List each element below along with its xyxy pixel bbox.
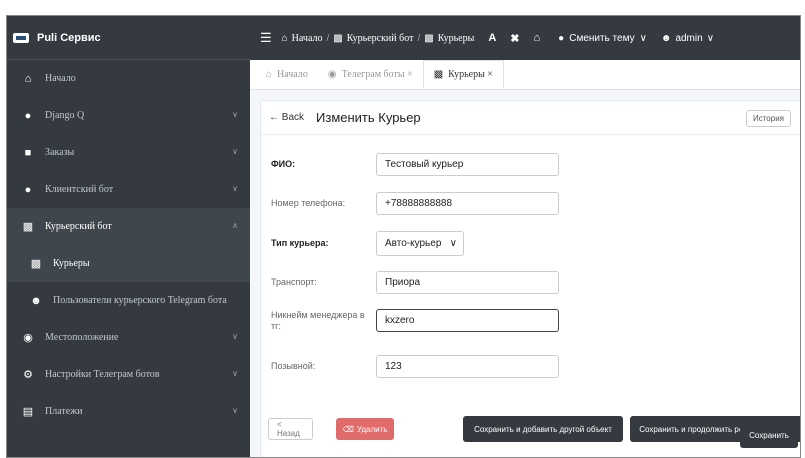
sidebar-item-label: Местоположение: [45, 332, 119, 343]
users-icon: ●: [24, 109, 32, 122]
fullscreen-icon[interactable]: ✖: [510, 32, 519, 45]
home-icon[interactable]: ⌂: [534, 32, 541, 44]
sidebar-item-label: Django Q: [45, 110, 85, 121]
delete-label: Удалить: [356, 424, 388, 434]
sidebar: Puli Сервис ⌂ Начало ● Django Q ∨ ■ Зака…: [7, 16, 250, 457]
theme-label: Сменить тему: [569, 32, 635, 44]
chevron-down-icon: ∨: [232, 406, 238, 415]
people-icon: ☻: [30, 294, 42, 307]
tab-telegram-bots[interactable]: ◉ Телеграм боты ×: [318, 60, 423, 89]
sidebar-item-orders[interactable]: ■ Заказы ∨: [7, 134, 250, 171]
sidebar-item-client-bot[interactable]: ● Клиентский бот ∨: [7, 171, 250, 208]
truck-icon: ▩: [22, 221, 34, 233]
palette-icon: ●: [558, 32, 565, 44]
truck-icon: ▩: [333, 32, 343, 44]
sidebar-item-label: Начало: [45, 73, 76, 84]
home-icon: ⌂: [24, 72, 32, 85]
truck-icon: ▩: [424, 32, 434, 44]
font-size-button[interactable]: A: [488, 32, 496, 44]
chevron-down-icon: ∨: [232, 332, 238, 341]
sidebar-item-django-q[interactable]: ● Django Q ∨: [7, 97, 250, 134]
chevron-down-icon: ∨: [232, 147, 238, 156]
breadcrumb-item[interactable]: Начало: [292, 33, 323, 44]
chevron-down-icon: ∨: [639, 32, 647, 44]
sidebar-item-label: Курьерский бот: [45, 221, 112, 232]
home-icon: ⌂: [266, 69, 273, 80]
sidebar-item-telegram-settings[interactable]: ⚙ Настройки Телеграм ботов ∨: [7, 356, 250, 393]
sidebar-item-label: Заказы: [45, 147, 75, 158]
chevron-down-icon: ∨: [706, 32, 715, 44]
bot-icon: ◉: [327, 69, 337, 80]
chevron-down-icon: ∨: [232, 110, 238, 119]
breadcrumb-item[interactable]: Курьерский бот: [347, 33, 414, 44]
sidebar-item-location[interactable]: ◉ Местоположение ∨: [7, 319, 250, 356]
tab-label: Курьеры ×: [448, 68, 493, 80]
breadcrumb: ⌂ Начало / ▩ Курьерский бот / ▩ Курьеры: [281, 32, 475, 44]
theme-switcher[interactable]: ● Сменить тему ∨: [558, 33, 647, 44]
brand-title: Puli Сервис: [37, 31, 101, 44]
sidebar-item-label: Курьеры: [53, 258, 90, 269]
menu-icon[interactable]: ☰: [260, 30, 272, 46]
sidebar-item-telegram-users[interactable]: ☻ Пользователи курьерского Telegram бота: [7, 282, 250, 319]
sidebar-item-label: Пользователи курьерского Telegram бота: [53, 295, 227, 306]
sidebar-item-label: Настройки Телеграм ботов: [45, 369, 160, 380]
username: admin: [675, 32, 703, 44]
document-icon: ▤: [22, 406, 34, 418]
truck-icon: ▩: [433, 68, 444, 80]
sidebar-item-payments[interactable]: ▤ Платежи ∨: [7, 393, 250, 430]
app-window: Puli Сервис ⌂ Начало ● Django Q ∨ ■ Зака…: [6, 15, 801, 458]
chevron-down-icon: ∨: [232, 184, 238, 193]
chevron-down-icon: ∨: [232, 369, 238, 378]
delete-button[interactable]: ⌫ Удалить: [336, 418, 394, 440]
tab-label: Начало: [277, 69, 308, 80]
sidebar-item-label: Платежи: [45, 406, 83, 417]
sidebar-item-home[interactable]: ⌂ Начало: [7, 60, 250, 97]
logo-icon: [13, 32, 29, 43]
compass-icon: ◉: [23, 332, 33, 344]
user-icon: ☻: [660, 32, 672, 44]
home-icon: ⌂: [281, 32, 288, 44]
user-menu[interactable]: ☻ admin ∨: [661, 33, 714, 44]
tab-home[interactable]: ⌂ Начало: [256, 60, 318, 89]
gear-icon: ⚙: [23, 369, 33, 381]
tab-label: Телеграм боты ×: [341, 69, 413, 80]
tab-couriers[interactable]: ▩ Курьеры ×: [422, 60, 504, 89]
breadcrumb-item[interactable]: Курьеры: [438, 33, 475, 44]
chat-icon: ●: [24, 183, 32, 196]
top-navbar: ☰ ⌂ Начало / ▩ Курьерский бот / ▩ Курьер…: [250, 16, 800, 60]
back-button[interactable]: < Назад: [268, 418, 313, 440]
sidebar-item-courier-bot[interactable]: ▩ Курьерский бот ∧: [7, 208, 250, 245]
truck-icon: ▩: [30, 258, 42, 270]
sidebar-item-couriers[interactable]: ▩ Курьеры: [7, 245, 250, 282]
save-and-add-button[interactable]: Сохранить и добавить другой объект: [463, 416, 623, 442]
trash-icon: ⌫: [342, 424, 354, 434]
brand[interactable]: Puli Сервис: [7, 16, 250, 60]
sidebar-item-label: Клиентский бот: [45, 184, 114, 195]
gift-icon: ■: [24, 146, 32, 159]
form-actions: < Назад ⌫ Удалить Сохранить и добавить д…: [260, 100, 800, 457]
chevron-up-icon: ∧: [232, 221, 238, 230]
tab-strip: ⌂ Начало ◉ Телеграм боты × ▩ Курьеры ×: [250, 60, 800, 90]
save-button[interactable]: Сохранить: [740, 422, 798, 448]
